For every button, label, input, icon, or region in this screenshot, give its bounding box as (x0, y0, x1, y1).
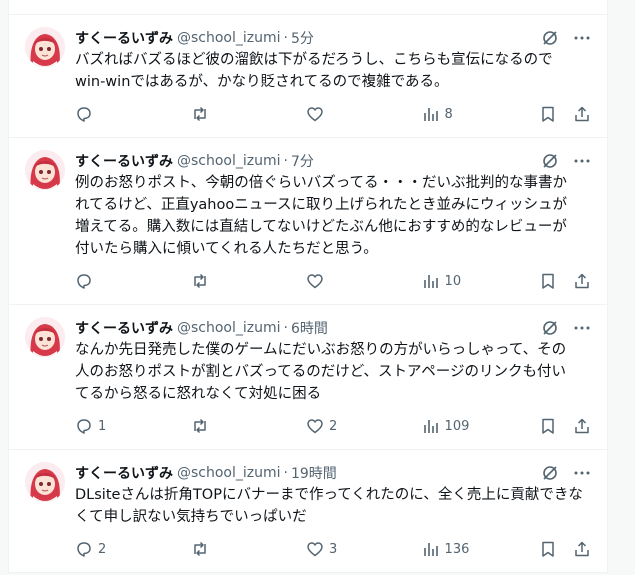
tweet[interactable]: すくーるいずみ @school_izumi · 19時間 DLsiteさんは折角… (9, 450, 607, 573)
heart-icon (306, 272, 324, 290)
separator-dot: · (283, 30, 288, 46)
view-count: 10 (444, 273, 462, 289)
heart-icon (306, 105, 324, 123)
analytics-icon (422, 417, 440, 435)
tweet[interactable]: すくーるいずみ @school_izumi · 5分 バズればバズるほど彼の溜飲… (9, 15, 607, 138)
reply-button[interactable]: 2 (75, 540, 191, 558)
timestamp[interactable]: 7分 (291, 151, 314, 171)
avatar-illustration (25, 462, 65, 502)
more-icon[interactable] (573, 29, 591, 47)
display-name[interactable]: すくーるいずみ (75, 151, 173, 171)
retweet-button[interactable] (191, 272, 307, 290)
tweet-actions: 1 2 109 (75, 411, 591, 441)
view-count: 136 (444, 541, 470, 557)
tweet-text: バズればバズるほど彼の溜飲は下がるだろうし、こちらも宣伝になるので win-wi… (75, 52, 553, 90)
like-button[interactable] (306, 272, 422, 290)
reply-icon (75, 272, 93, 290)
like-count: 3 (329, 541, 338, 557)
retweet-button[interactable] (191, 105, 307, 123)
analytics-icon (422, 105, 440, 123)
grok-icon[interactable] (541, 29, 559, 47)
tweet-text: 例のお怒りポスト、今朝の倍ぐらいバズってる・・・だいぶ批判的な事書か れてるけど… (75, 175, 568, 257)
tweet[interactable]: すくーるいずみ @school_izumi · 7分 例のお怒りポスト、今朝の倍… (9, 138, 607, 305)
avatar-illustration (25, 317, 65, 357)
share-icon[interactable] (573, 272, 591, 290)
display-name[interactable]: すくーるいずみ (75, 28, 173, 48)
heart-icon (306, 540, 324, 558)
separator-dot: · (283, 465, 288, 481)
views-button[interactable]: 136 (422, 540, 539, 558)
avatar[interactable] (25, 462, 65, 502)
avatar[interactable] (25, 317, 65, 357)
analytics-icon (422, 540, 440, 558)
like-button[interactable] (306, 105, 422, 123)
retweet-icon (191, 105, 209, 123)
grok-icon[interactable] (541, 464, 559, 482)
tweet-actions: 2 3 136 (75, 534, 591, 564)
grok-icon[interactable] (541, 152, 559, 170)
timestamp[interactable]: 19時間 (291, 463, 337, 483)
tweet[interactable]: すくーるいずみ @school_izumi · 6時間 なんか先日発売した僕のゲ… (9, 305, 607, 450)
separator-dot: · (283, 153, 288, 169)
retweet-icon (191, 540, 209, 558)
reply-button[interactable]: 1 (75, 417, 191, 435)
bookmark-icon[interactable] (539, 105, 557, 123)
reply-button[interactable] (75, 272, 191, 290)
retweet-icon (191, 272, 209, 290)
views-button[interactable]: 10 (422, 272, 539, 290)
previous-tweet-edge (9, 0, 607, 15)
user-handle[interactable]: @school_izumi (177, 153, 281, 169)
share-icon[interactable] (573, 540, 591, 558)
tweet-actions: 10 (75, 266, 591, 296)
heart-icon (306, 417, 324, 435)
like-count: 2 (329, 418, 338, 434)
views-button[interactable]: 109 (422, 417, 539, 435)
reply-count: 2 (98, 541, 107, 557)
share-icon[interactable] (573, 105, 591, 123)
avatar[interactable] (25, 27, 65, 67)
reply-icon (75, 540, 93, 558)
reply-count: 1 (98, 418, 107, 434)
timestamp[interactable]: 5分 (291, 28, 314, 48)
tweet-text: なんか先日発売した僕のゲームにだいぶお怒りの方がいらっしゃって、その 人のお怒り… (75, 342, 567, 402)
grok-icon[interactable] (541, 319, 559, 337)
like-button[interactable]: 3 (306, 540, 422, 558)
bookmark-icon[interactable] (539, 272, 557, 290)
analytics-icon (422, 272, 440, 290)
avatar-illustration (25, 150, 65, 190)
timestamp[interactable]: 6時間 (291, 318, 328, 338)
retweet-icon (191, 417, 209, 435)
reply-icon (75, 417, 93, 435)
user-handle[interactable]: @school_izumi (177, 465, 281, 481)
display-name[interactable]: すくーるいずみ (75, 318, 173, 338)
bookmark-icon[interactable] (539, 540, 557, 558)
avatar-illustration (25, 27, 65, 67)
view-count: 109 (444, 418, 470, 434)
tweet-text: DLsiteさんは折角TOPにバナーまで作ってくれたのに、全く売上に貢献できな … (75, 487, 583, 525)
user-handle[interactable]: @school_izumi (177, 30, 281, 46)
reply-button[interactable] (75, 105, 191, 123)
user-handle[interactable]: @school_izumi (177, 320, 281, 336)
retweet-button[interactable] (191, 540, 307, 558)
views-button[interactable]: 8 (422, 105, 539, 123)
more-icon[interactable] (573, 319, 591, 337)
retweet-button[interactable] (191, 417, 307, 435)
share-icon[interactable] (573, 417, 591, 435)
timeline: すくーるいずみ @school_izumi · 5分 バズればバズるほど彼の溜飲… (8, 0, 608, 573)
more-icon[interactable] (573, 464, 591, 482)
more-icon[interactable] (573, 152, 591, 170)
tweet-actions: 8 (75, 99, 591, 129)
separator-dot: · (283, 320, 288, 336)
tweet-list: すくーるいずみ @school_izumi · 5分 バズればバズるほど彼の溜飲… (9, 15, 607, 573)
view-count: 8 (444, 106, 453, 122)
like-button[interactable]: 2 (306, 417, 422, 435)
avatar[interactable] (25, 150, 65, 190)
reply-icon (75, 105, 93, 123)
bookmark-icon[interactable] (539, 417, 557, 435)
display-name[interactable]: すくーるいずみ (75, 463, 173, 483)
